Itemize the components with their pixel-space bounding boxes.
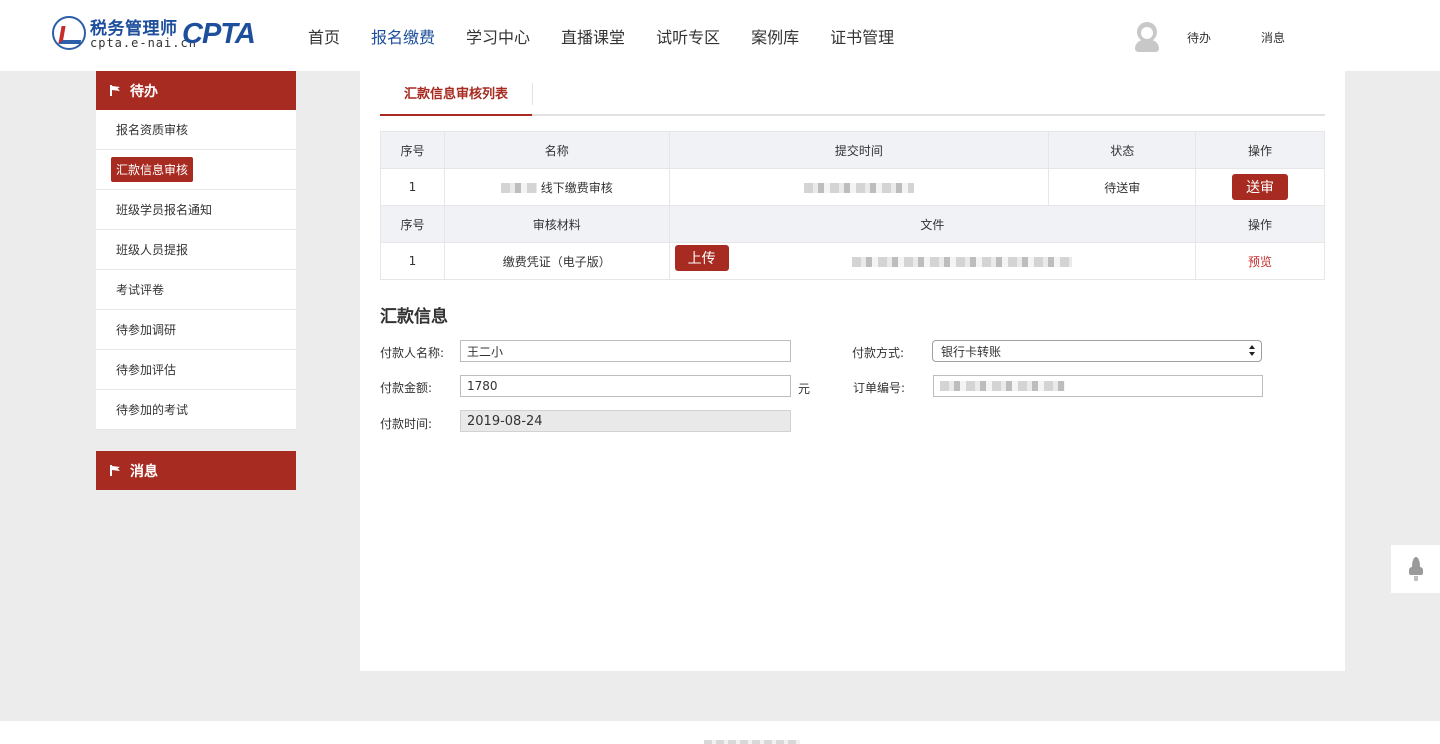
sidebar-item-class-notice[interactable]: 班级学员报名通知 (96, 190, 296, 230)
sidebar-item-remittance[interactable]: 汇款信息审核 (96, 150, 296, 190)
sidebar-item-grading[interactable]: 考试评卷 (96, 270, 296, 310)
sidebar-item-evaluation[interactable]: 待参加评估 (96, 350, 296, 390)
nav-certificates[interactable]: 证书管理 (830, 24, 894, 48)
redacted-filename (852, 256, 1073, 267)
preview-link[interactable]: 预览 (1248, 255, 1272, 269)
amount-unit: 元 (798, 382, 811, 396)
tab-bar: 汇款信息审核列表 (380, 71, 1325, 116)
sidebar-todo-list: 报名资质审核 汇款信息审核 班级学员报名通知 班级人员提报 考试评卷 待参加调研… (96, 110, 296, 430)
user-avatar-icon[interactable] (1135, 22, 1159, 52)
nav-registration[interactable]: 报名缴费 (371, 24, 435, 48)
tab-remittance-review[interactable]: 汇款信息审核列表 (380, 71, 532, 116)
cell-status: 待送审 (1048, 168, 1197, 206)
cell-file: 上传 (668, 242, 1197, 280)
flag-icon (110, 85, 122, 96)
col-header-name: 名称 (443, 131, 670, 169)
header-todo-link[interactable]: 待办 (1187, 29, 1211, 46)
col-header-file: 文件 (668, 205, 1197, 243)
main-panel: 汇款信息审核列表 序号 名称 提交时间 状态 操作 1 线下缴费审核 待送审 送… (360, 71, 1345, 671)
cell-name: 线下缴费审核 (443, 168, 670, 206)
table-header-row: 序号 审核材料 文件 操作 (380, 205, 1325, 243)
cell-index: 1 (380, 168, 445, 206)
nav-cases[interactable]: 案例库 (751, 24, 799, 48)
sidebar-item-active-label: 汇款信息审核 (111, 157, 194, 182)
col-header-submit-time: 提交时间 (668, 131, 1050, 169)
back-to-top-button[interactable] (1391, 545, 1440, 593)
nav-learning[interactable]: 学习中心 (466, 24, 530, 48)
col-header-action: 操作 (1195, 205, 1325, 243)
col-header-index: 序号 (380, 205, 445, 243)
select-arrows-icon (1249, 345, 1255, 357)
order-number-input[interactable] (933, 375, 1263, 397)
col-header-action: 操作 (1195, 131, 1325, 169)
sidebar-item-exam[interactable]: 待参加的考试 (96, 390, 296, 430)
logo-brand-text: CPTA (182, 18, 256, 50)
payment-time-input: 2019-08-24 (460, 410, 791, 432)
tab-divider (532, 83, 533, 105)
redacted-footer-text (704, 740, 800, 744)
site-logo[interactable]: 税务管理师 cpta.e-nai.cn CPTA (52, 14, 256, 54)
rocket-icon (1409, 557, 1423, 581)
payer-name-label: 付款人名称: (380, 346, 445, 360)
submit-review-button[interactable]: 送审 (1232, 174, 1289, 200)
payment-method-select[interactable]: 银行卡转账 (932, 340, 1262, 362)
table-header-row: 序号 名称 提交时间 状态 操作 (380, 131, 1325, 169)
top-header: 税务管理师 cpta.e-nai.cn CPTA 首页 报名缴费 学习中心 直播… (0, 0, 1440, 71)
flag-icon (110, 465, 122, 476)
header-messages-link[interactable]: 消息 (1261, 29, 1285, 46)
cell-submit-time (668, 168, 1050, 206)
order-number-label: 订单编号: (853, 381, 906, 395)
sidebar-messages-title: 消息 (130, 463, 158, 480)
upload-button[interactable]: 上传 (674, 245, 729, 271)
cell-index: 1 (380, 242, 445, 280)
payer-name-input[interactable]: 王二小 (460, 340, 791, 362)
review-table: 序号 名称 提交时间 状态 操作 1 线下缴费审核 待送审 送审 序号 审核材料… (380, 131, 1325, 280)
cell-action: 送审 (1195, 168, 1325, 206)
col-header-material: 审核材料 (443, 205, 670, 243)
nav-home[interactable]: 首页 (308, 24, 340, 48)
payment-method-value: 银行卡转账 (941, 344, 1002, 359)
cell-material: 缴费凭证（电子版） (443, 242, 670, 280)
col-header-status: 状态 (1048, 131, 1197, 169)
amount-input[interactable]: 1780 (460, 375, 791, 397)
redacted-text (500, 183, 537, 193)
nav-live[interactable]: 直播课堂 (561, 24, 625, 48)
cell-action: 预览 (1195, 242, 1325, 280)
table-row: 1 缴费凭证（电子版） 上传 预览 (380, 242, 1325, 280)
nav-trial[interactable]: 试听专区 (656, 24, 720, 48)
sidebar-item-qualification[interactable]: 报名资质审核 (96, 110, 296, 150)
amount-label: 付款金额: (380, 381, 433, 395)
main-nav: 首页 报名缴费 学习中心 直播课堂 试听专区 案例库 证书管理 (308, 24, 925, 48)
sidebar-todo-header: 待办 (96, 71, 296, 110)
footer (0, 721, 1440, 744)
sidebar-item-class-report[interactable]: 班级人员提报 (96, 230, 296, 270)
payment-method-label: 付款方式: (852, 346, 905, 360)
payment-time-label: 付款时间: (380, 417, 433, 431)
sidebar-messages-header[interactable]: 消息 (96, 451, 296, 490)
sidebar-todo-title: 待办 (130, 83, 158, 100)
redacted-text (803, 182, 914, 193)
sidebar-item-survey[interactable]: 待参加调研 (96, 310, 296, 350)
logo-domain-text: cpta.e-nai.cn (90, 36, 197, 50)
remittance-info-title: 汇款信息 (380, 307, 448, 327)
sidebar: 待办 报名资质审核 汇款信息审核 班级学员报名通知 班级人员提报 考试评卷 待参… (96, 71, 296, 490)
table-row: 1 线下缴费审核 待送审 送审 (380, 168, 1325, 206)
logo-emblem-icon (52, 16, 86, 50)
col-header-index: 序号 (380, 131, 445, 169)
redacted-order-number (940, 381, 1065, 391)
